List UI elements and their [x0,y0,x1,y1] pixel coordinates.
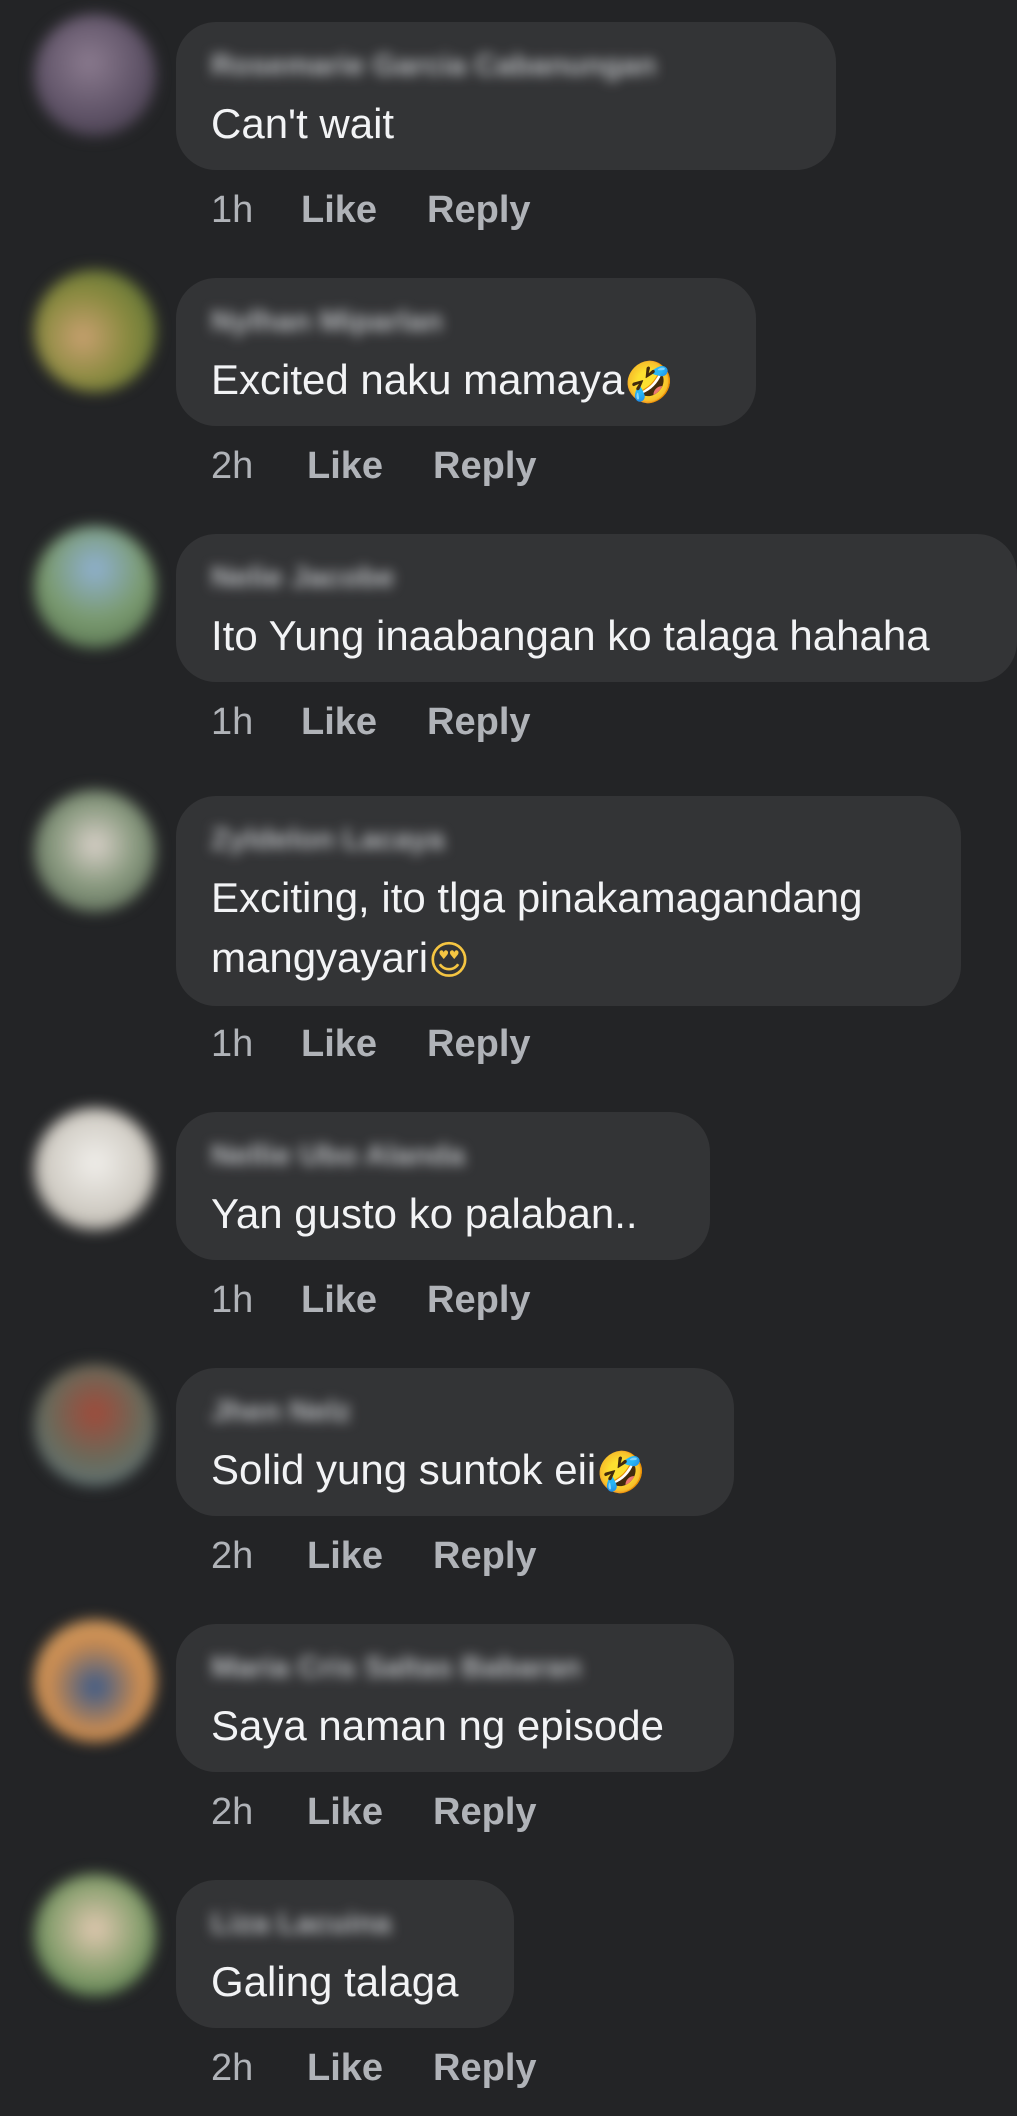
like-button[interactable]: Like [307,1534,383,1578]
commenter-name[interactable]: Zyldelon Lacaya [211,824,925,856]
rofl-emoji-icon: 🤣 [596,1450,647,1496]
avatar[interactable] [34,1364,156,1486]
comment-actions: 2h Like Reply [211,1534,537,1578]
comment-time[interactable]: 2h [211,444,307,488]
comment-actions: 1h Like Reply [211,700,531,744]
comment-time[interactable]: 2h [211,1534,307,1578]
commenter-name[interactable]: Nellie Ubo Alanda [211,1140,674,1172]
rofl-emoji-icon: 🤣 [624,360,675,406]
comment-time[interactable]: 1h [211,188,301,232]
commenter-name[interactable]: Maria Cris Saltas Babaran [211,1652,698,1684]
like-button[interactable]: Like [307,1790,383,1834]
heart-eyes-emoji-icon: 😍 [428,938,470,984]
comment-text-content: Yan gusto ko palaban.. [211,1190,638,1237]
comment-text: Excited naku mamaya🤣 [211,350,720,410]
commenter-name[interactable]: Jhen Nelz [211,1396,698,1428]
reply-button[interactable]: Reply [427,1278,530,1322]
comment-bubble: Nylhan Miparlan Excited naku mamaya🤣 [176,278,756,426]
comment-time[interactable]: 1h [211,1278,301,1322]
comment-text: Ito Yung inaabangan ko talaga hahaha [211,606,981,666]
reply-button[interactable]: Reply [427,700,530,744]
reply-button[interactable]: Reply [427,188,530,232]
comment-text: Exciting, ito tlga pinakamagandang mangy… [211,868,925,988]
comment-text-content: Can't wait [211,100,395,147]
avatar[interactable] [34,526,156,648]
comment-text-content: Ito Yung inaabangan ko talaga hahaha [211,612,930,659]
comment-actions: 2h Like Reply [211,1790,537,1834]
avatar[interactable] [34,270,156,392]
comment-text: Galing talaga [211,1952,478,2012]
avatar[interactable] [34,1108,156,1230]
comment-text-content: Excited naku mamaya [211,356,625,403]
commenter-name[interactable]: Rosemarie Garcia Cabanungan [211,50,800,82]
like-button[interactable]: Like [301,188,377,232]
like-button[interactable]: Like [307,444,383,488]
comment-bubble: Rosemarie Garcia Cabanungan Can't wait [176,22,836,170]
comment-text-content: Exciting, ito tlga pinakamagandang mangy… [211,874,863,981]
reply-button[interactable]: Reply [433,1790,536,1834]
comment-actions: 1h Like Reply [211,188,531,232]
comment-bubble: Zyldelon Lacaya Exciting, ito tlga pinak… [176,796,961,1006]
comment-text-content: Saya naman ng episode [211,1702,664,1749]
like-button[interactable]: Like [301,700,377,744]
commenter-name[interactable]: Nylhan Miparlan [211,306,720,338]
comment-time[interactable]: 2h [211,2046,307,2090]
comment-text: Can't wait [211,94,800,154]
avatar[interactable] [34,1874,156,1996]
comment-text-content: Solid yung suntok eii [211,1446,597,1493]
reply-button[interactable]: Reply [433,444,536,488]
like-button[interactable]: Like [307,2046,383,2090]
comment-actions: 1h Like Reply [211,1278,531,1322]
avatar[interactable] [34,790,156,912]
reply-button[interactable]: Reply [427,1022,530,1066]
comment-text: Solid yung suntok eii🤣 [211,1440,698,1500]
commenter-name[interactable]: Liza Lacuina [211,1908,478,1940]
comment-time[interactable]: 1h [211,1022,301,1066]
reply-button[interactable]: Reply [433,1534,536,1578]
comment-bubble: Maria Cris Saltas Babaran Saya naman ng … [176,1624,734,1772]
comment-text-content: Galing talaga [211,1958,459,2005]
avatar[interactable] [34,14,156,136]
reply-button[interactable]: Reply [433,2046,536,2090]
comment-text: Yan gusto ko palaban.. [211,1184,674,1244]
comment-bubble: Nellie Ubo Alanda Yan gusto ko palaban.. [176,1112,710,1260]
comment-bubble: Jhen Nelz Solid yung suntok eii🤣 [176,1368,734,1516]
comment-time[interactable]: 1h [211,700,301,744]
comment-actions: 2h Like Reply [211,2046,537,2090]
comment-time[interactable]: 2h [211,1790,307,1834]
comment-actions: 1h Like Reply [211,1022,531,1066]
like-button[interactable]: Like [301,1278,377,1322]
like-button[interactable]: Like [301,1022,377,1066]
avatar[interactable] [34,1620,156,1742]
commenter-name[interactable]: Nelie Jacobe [211,562,981,594]
comment-bubble: Nelie Jacobe Ito Yung inaabangan ko tala… [176,534,1017,682]
comment-bubble: Liza Lacuina Galing talaga [176,1880,514,2028]
comment-text: Saya naman ng episode [211,1696,698,1756]
comment-actions: 2h Like Reply [211,444,537,488]
